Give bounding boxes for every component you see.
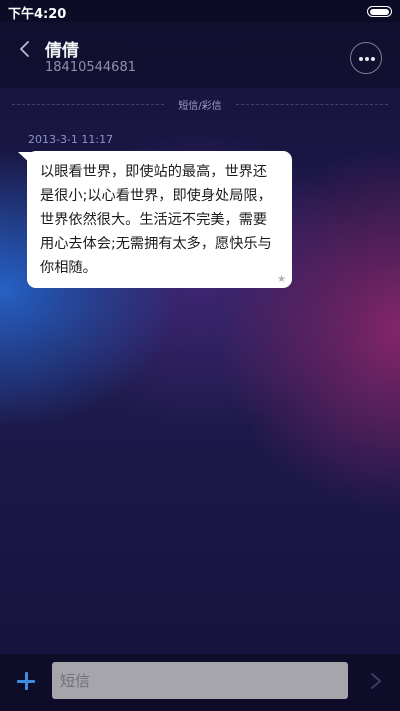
divider-line-right: [236, 104, 388, 105]
sms-input[interactable]: [52, 662, 348, 699]
composer-bar: [0, 654, 400, 711]
conversation-header: 倩倩 18410544681: [0, 22, 400, 88]
message-text: 以眼看世界，即使站的最高，世界还是很小;以心看世界，即使身处局限，世界依然很大。…: [40, 164, 272, 276]
add-attachment-button[interactable]: [12, 667, 40, 695]
send-chevron-icon[interactable]: [368, 671, 384, 691]
message-type-divider: 短信/彩信: [0, 97, 400, 113]
contact-name: 倩倩: [45, 41, 79, 61]
star-icon: ★: [277, 274, 286, 285]
status-time: 下午4:20: [8, 7, 67, 22]
status-bar: 下午4:20: [0, 0, 400, 22]
more-horizontal-icon: [358, 56, 363, 61]
divider-label: 短信/彩信: [178, 101, 222, 112]
chevron-left-icon[interactable]: [14, 38, 36, 60]
contact-number: 18410544681: [45, 60, 136, 75]
message-bubble[interactable]: 以眼看世界，即使站的最高，世界还是很小;以心看世界，即使身处局限，世界依然很大。…: [27, 151, 292, 288]
more-options-button[interactable]: [350, 42, 382, 74]
message-timestamp: 2013-3-1 11:17: [28, 133, 114, 146]
battery-full-icon: [367, 6, 392, 17]
